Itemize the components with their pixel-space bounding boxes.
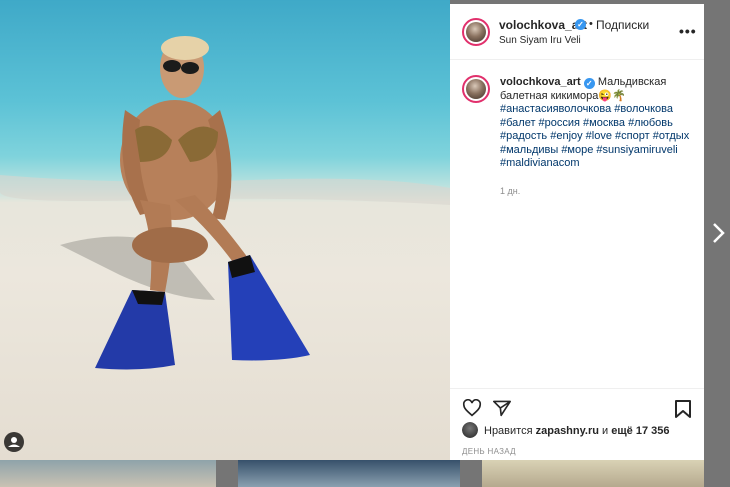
- likes-prefix: Нравится: [484, 425, 533, 437]
- user-tag-icon[interactable]: [4, 432, 24, 452]
- post-side-panel: volochkova_art ✓ • Подписки Sun Siyam Ir…: [450, 4, 704, 460]
- thumbnail-strip: [0, 460, 730, 487]
- author-username[interactable]: volochkova_art: [499, 18, 587, 32]
- caption-username[interactable]: volochkova_art: [500, 76, 581, 88]
- liker-username[interactable]: zapashny.ru: [536, 425, 599, 437]
- caption-avatar[interactable]: [462, 75, 490, 103]
- thumbnail[interactable]: [0, 460, 216, 487]
- verified-icon: ✓: [575, 19, 586, 30]
- post-timestamp: ДЕНЬ НАЗАД: [462, 447, 516, 456]
- more-options-icon[interactable]: •••: [679, 23, 697, 39]
- heart-icon[interactable]: [462, 398, 482, 422]
- chevron-right-icon[interactable]: [708, 218, 730, 248]
- likes-count[interactable]: ещё 17 356: [611, 425, 669, 437]
- caption: volochkova_art ✓ Мальдивская балетная ки…: [500, 76, 690, 171]
- share-icon[interactable]: [492, 399, 512, 422]
- photo-illustration: [0, 36, 450, 370]
- thumbnail[interactable]: [238, 460, 460, 487]
- follow-button[interactable]: Подписки: [596, 18, 649, 32]
- caption-hashtags[interactable]: #анастасияволочкова #волочкова #балет #р…: [500, 103, 689, 169]
- caption-verified-icon: ✓: [583, 78, 595, 89]
- avatar[interactable]: [462, 18, 490, 46]
- post-photo[interactable]: [0, 0, 450, 460]
- likes-line: Нравится zapashny.ru и ещё 17 356: [484, 425, 669, 437]
- likes-middle: и: [602, 425, 609, 437]
- location-link[interactable]: Sun Siyam Iru Veli: [499, 35, 581, 46]
- separator: •: [589, 18, 593, 30]
- post-age: 1 дн.: [500, 186, 521, 196]
- thumbnail[interactable]: [482, 460, 704, 487]
- liker-avatar[interactable]: [462, 422, 478, 438]
- bookmark-icon[interactable]: [674, 399, 692, 424]
- post-header: volochkova_art ✓ • Подписки Sun Siyam Ir…: [450, 4, 704, 60]
